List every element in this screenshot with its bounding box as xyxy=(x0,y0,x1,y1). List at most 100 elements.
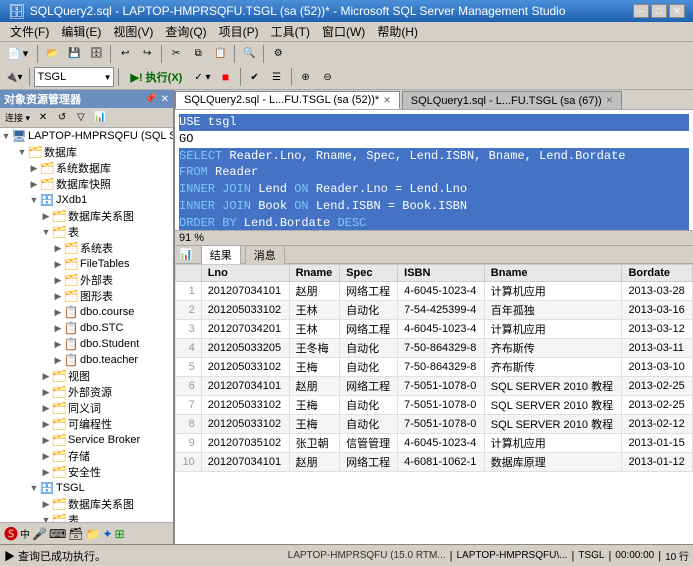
query-editor[interactable]: USE tsgl GO SELECT Reader.Lno, Rname, Sp… xyxy=(175,110,693,230)
tree-view[interactable]: ▼ 🖥 LAPTOP-HMPRSQFU (SQL Server ... ▼ 🗂 … xyxy=(0,128,173,522)
expand-teacher[interactable]: ▶ xyxy=(52,354,64,366)
report-btn[interactable]: 📊 xyxy=(91,110,109,126)
tree-item-views[interactable]: ▶ 🗂 视图 xyxy=(0,368,173,384)
tree-item-snapshot[interactable]: ▶ 🗂 数据库快照 xyxy=(0,176,173,192)
expand-tables2[interactable]: ▼ xyxy=(40,514,52,522)
zoom-in-btn[interactable]: ⊕ xyxy=(296,67,316,87)
refresh-btn[interactable]: ↺ xyxy=(53,110,71,126)
tree-item-tables1[interactable]: ▼ 🗂 表 xyxy=(0,224,173,240)
tree-item-storage[interactable]: ▶ 🗂 存储 xyxy=(0,448,173,464)
menu-item-w[interactable]: 窗口(W) xyxy=(316,21,371,42)
expand-views[interactable]: ▶ xyxy=(40,370,52,382)
expand-security[interactable]: ▶ xyxy=(40,466,52,478)
menu-item-v[interactable]: 视图(V) xyxy=(107,21,159,42)
close-button[interactable]: ✕ xyxy=(669,4,685,18)
results-tab-messages[interactable]: 消息 xyxy=(245,246,285,265)
tree-item-graph-tables[interactable]: ▶ 🗂 图形表 xyxy=(0,288,173,304)
db-selector[interactable]: TSGL ▼ xyxy=(34,67,114,87)
table-row[interactable]: 10201207034101赵朋网络工程4-6081-1062-1数据库原理20… xyxy=(176,453,693,472)
tree-item-diagrams2[interactable]: ▶ 🗂 数据库关系图 xyxy=(0,496,173,512)
menu-item-t[interactable]: 工具(T) xyxy=(265,21,316,42)
tree-item-external-tables[interactable]: ▶ 🗂 外部表 xyxy=(0,272,173,288)
table-row[interactable]: 1201207034101赵朋网络工程4-6045-1023-4计算机应用201… xyxy=(176,282,693,301)
maximize-button[interactable]: □ xyxy=(651,4,667,18)
tree-item-jxdb1[interactable]: ▼ 🗄 JXdb1 xyxy=(0,192,173,208)
tree-item-security[interactable]: ▶ 🗂 安全性 xyxy=(0,464,173,480)
new-query-btn[interactable]: 📄 ▾ xyxy=(2,44,33,64)
expand-system-db[interactable]: ▶ xyxy=(28,162,40,174)
undo-btn[interactable]: ↩ xyxy=(115,44,135,64)
tree-item-student[interactable]: ▶ 📋 dbo.Student xyxy=(0,336,173,352)
cancel-btn[interactable]: ■ xyxy=(216,67,236,87)
menu-item-h[interactable]: 帮助(H) xyxy=(371,21,424,42)
tree-item-tsgl[interactable]: ▼ 🗄 TSGL xyxy=(0,480,173,496)
connect-btn[interactable]: 🔌▾ xyxy=(2,67,25,87)
tree-item-databases[interactable]: ▼ 🗂 数据库 xyxy=(0,144,173,160)
table-row[interactable]: 8201205033102王梅自动化7-5051-1078-0SQL SERVE… xyxy=(176,415,693,434)
expand-synonyms[interactable]: ▶ xyxy=(40,402,52,414)
expand-diagrams2[interactable]: ▶ xyxy=(40,498,52,510)
tree-item-filetables[interactable]: ▶ 🗂 FileTables xyxy=(0,256,173,272)
execute-btn[interactable]: ▶ ! 执行(X) xyxy=(123,67,189,87)
results-grid[interactable]: Lno Rname Spec ISBN Bname Bordate 120120… xyxy=(175,264,693,544)
zoom-out-btn[interactable]: ⊖ xyxy=(318,67,338,87)
expand-tables1[interactable]: ▼ xyxy=(40,226,52,238)
tree-item-ext-resources[interactable]: ▶ 🗂 外部资源 xyxy=(0,384,173,400)
settings-btn[interactable]: ⚙ xyxy=(268,44,288,64)
query-tab-2[interactable]: SQLQuery1.sql - L...FU.TSGL (sa (67)) ✕ xyxy=(402,91,622,109)
table-row[interactable]: 2201205033102王林自动化7-54-425399-4百年孤独2013-… xyxy=(176,301,693,320)
expand-external-tables[interactable]: ▶ xyxy=(52,274,64,286)
table-row[interactable]: 7201205033102王梅自动化7-5051-1078-0SQL SERVE… xyxy=(176,396,693,415)
query-tab-2-close[interactable]: ✕ xyxy=(606,95,614,106)
panel-close-btn[interactable]: ✕ xyxy=(161,94,169,105)
query-tab-1-close[interactable]: ✕ xyxy=(383,95,391,106)
tree-item-system-db[interactable]: ▶ 🗂 系统数据库 xyxy=(0,160,173,176)
tree-item-diagrams1[interactable]: ▶ 🗂 数据库关系图 xyxy=(0,208,173,224)
cut-btn[interactable]: ✂ xyxy=(166,44,186,64)
copy-btn[interactable]: ⧉ xyxy=(188,44,208,64)
find-btn[interactable]: 🔍 xyxy=(239,44,259,64)
table-row[interactable]: 4201205033205王冬梅自动化7-50-864329-8齐布斯传2013… xyxy=(176,339,693,358)
menu-item-q[interactable]: 查询(Q) xyxy=(159,21,212,42)
expand-tsgl[interactable]: ▼ xyxy=(28,482,40,494)
tree-item-stc[interactable]: ▶ 📋 dbo.STC xyxy=(0,320,173,336)
menu-item-e[interactable]: 编辑(E) xyxy=(55,21,107,42)
results-btn[interactable]: ☰ xyxy=(267,67,287,87)
expand-student[interactable]: ▶ xyxy=(52,338,64,350)
tree-item-synonyms[interactable]: ▶ 🗂 同义词 xyxy=(0,400,173,416)
expand-databases[interactable]: ▼ xyxy=(16,146,28,158)
expand-snapshot[interactable]: ▶ xyxy=(28,178,40,190)
expand-diagrams1[interactable]: ▶ xyxy=(40,210,52,222)
expand-storage[interactable]: ▶ xyxy=(40,450,52,462)
expand-server[interactable]: ▼ xyxy=(0,130,12,142)
expand-sys-tables[interactable]: ▶ xyxy=(52,242,64,254)
expand-course[interactable]: ▶ xyxy=(52,306,64,318)
open-btn[interactable]: 📂 xyxy=(42,44,62,64)
tree-item-programmability[interactable]: ▶ 🗂 可编程性 xyxy=(0,416,173,432)
expand-jxdb1[interactable]: ▼ xyxy=(28,194,40,206)
table-row[interactable]: 5201205033102王梅自动化7-50-864329-8齐布斯传2013-… xyxy=(176,358,693,377)
expand-filetables[interactable]: ▶ xyxy=(52,258,64,270)
save-btn[interactable]: 💾 xyxy=(64,44,84,64)
expand-programmability[interactable]: ▶ xyxy=(40,418,52,430)
disconnect-btn[interactable]: ✕ xyxy=(34,110,52,126)
table-row[interactable]: 9201207035102张卫朝信管管理4-6045-1023-4计算机应用20… xyxy=(176,434,693,453)
parse-btn[interactable]: ✔ xyxy=(245,67,265,87)
table-row[interactable]: 3201207034201王林网络工程4-6045-1023-4计算机应用201… xyxy=(176,320,693,339)
tree-item-teacher[interactable]: ▶ 📋 dbo.teacher xyxy=(0,352,173,368)
expand-ext-resources[interactable]: ▶ xyxy=(40,386,52,398)
menu-item-p[interactable]: 项目(P) xyxy=(213,21,265,42)
menu-item-f[interactable]: 文件(F) xyxy=(4,21,55,42)
connect-new-btn[interactable]: 连接 ▾ xyxy=(2,110,33,126)
results-tab-results[interactable]: 结果 xyxy=(201,246,241,265)
panel-pin-btn[interactable]: 📌 xyxy=(144,94,156,105)
query-tab-1[interactable]: SQLQuery2.sql - L...FU.TSGL (sa (52))* ✕ xyxy=(175,91,400,109)
redo-btn[interactable]: ↪ xyxy=(137,44,157,64)
debug-btn[interactable]: ✓ ▾ xyxy=(191,67,213,87)
expand-graph-tables[interactable]: ▶ xyxy=(52,290,64,302)
filter-btn[interactable]: ▽ xyxy=(72,110,90,126)
tree-item-service-broker[interactable]: ▶ 🗂 Service Broker xyxy=(0,432,173,448)
expand-service-broker[interactable]: ▶ xyxy=(40,434,52,446)
table-row[interactable]: 6201207034101赵朋网络工程7-5051-1078-0SQL SERV… xyxy=(176,377,693,396)
minimize-button[interactable]: ─ xyxy=(633,4,649,18)
